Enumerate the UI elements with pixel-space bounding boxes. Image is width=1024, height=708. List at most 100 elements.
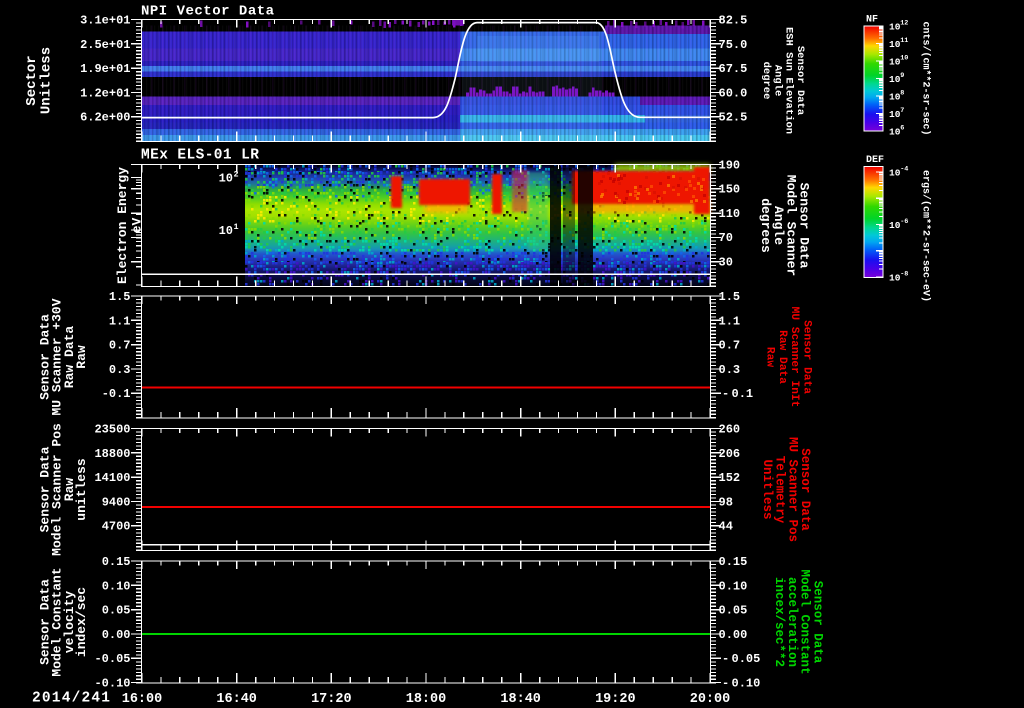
svg-text:10: 10 — [889, 127, 901, 138]
svg-text:Raw: Raw — [764, 347, 776, 367]
svg-text:9400: 9400 — [102, 495, 131, 509]
svg-text:6: 6 — [900, 125, 904, 133]
svg-text:-6: -6 — [900, 218, 908, 226]
svg-text:-0.1: -0.1 — [102, 387, 131, 401]
svg-text:30: 30 — [719, 256, 733, 270]
svg-text:0.10: 0.10 — [102, 579, 131, 593]
svg-text:eV: eV — [130, 218, 145, 234]
svg-text:190: 190 — [719, 158, 741, 172]
svg-text:0.3: 0.3 — [109, 363, 131, 377]
svg-text:10: 10 — [219, 172, 233, 186]
svg-text:10: 10 — [900, 55, 908, 63]
svg-text:1.5: 1.5 — [719, 290, 741, 304]
svg-text:0.00: 0.00 — [719, 628, 748, 642]
svg-text:Unitless: Unitless — [760, 459, 774, 519]
svg-text:incex/sec**2: incex/sec**2 — [772, 577, 786, 667]
svg-text:0.05: 0.05 — [719, 604, 748, 618]
svg-text:-: - — [722, 652, 729, 666]
svg-text:1.1: 1.1 — [719, 314, 741, 328]
svg-text:0.1: 0.1 — [732, 387, 754, 401]
svg-text:1.2e+01: 1.2e+01 — [80, 86, 130, 100]
svg-text:16:00: 16:00 — [122, 692, 163, 707]
svg-text:10: 10 — [889, 92, 901, 103]
svg-text:Sensor Data: Sensor Data — [801, 320, 813, 394]
svg-text:-4: -4 — [900, 166, 908, 174]
svg-text:ESH Sun Elevation: ESH Sun Elevation — [783, 27, 795, 134]
svg-text:0.7: 0.7 — [109, 339, 131, 353]
svg-text:23500: 23500 — [94, 423, 130, 437]
svg-text:9: 9 — [900, 72, 904, 80]
svg-text:7: 7 — [900, 107, 904, 115]
svg-text:0.05: 0.05 — [102, 604, 131, 618]
svg-text:10: 10 — [889, 168, 901, 179]
svg-text:60.0: 60.0 — [719, 86, 748, 100]
svg-text:18800: 18800 — [94, 447, 130, 461]
svg-text:10: 10 — [889, 57, 901, 68]
svg-text:52.5: 52.5 — [719, 111, 748, 125]
svg-text:12: 12 — [900, 20, 908, 28]
svg-text:2.5e+01: 2.5e+01 — [80, 38, 130, 52]
svg-text:3.1e+01: 3.1e+01 — [80, 14, 130, 28]
svg-text:8: 8 — [900, 90, 904, 98]
svg-text:Raw: Raw — [74, 345, 89, 369]
svg-text:20:00: 20:00 — [690, 692, 731, 707]
svg-text:-0.10: -0.10 — [94, 677, 130, 691]
svg-text:75.0: 75.0 — [719, 38, 748, 52]
svg-text:0.05: 0.05 — [732, 652, 761, 666]
svg-text:-8: -8 — [900, 271, 908, 279]
svg-text:-: - — [722, 387, 729, 401]
svg-text:18:40: 18:40 — [500, 692, 541, 707]
svg-text:Electron Energy: Electron Energy — [115, 167, 130, 284]
svg-text:1: 1 — [234, 222, 239, 232]
svg-text:Angle: Angle — [771, 65, 783, 97]
svg-text:1.5: 1.5 — [109, 290, 131, 304]
svg-text:NF: NF — [866, 15, 878, 26]
svg-text:-: - — [722, 677, 729, 691]
svg-text:16:40: 16:40 — [216, 692, 257, 707]
svg-text:110: 110 — [719, 207, 741, 221]
svg-text:0.15: 0.15 — [719, 555, 748, 569]
svg-text:82.5: 82.5 — [719, 14, 748, 28]
svg-text:DEF: DEF — [866, 155, 884, 166]
svg-text:206: 206 — [719, 447, 741, 461]
svg-text:degrees: degrees — [758, 198, 773, 253]
svg-text:0.3: 0.3 — [719, 363, 741, 377]
svg-text:11: 11 — [900, 37, 908, 45]
svg-text:10: 10 — [889, 273, 901, 284]
svg-text:10: 10 — [889, 109, 901, 120]
svg-text:10: 10 — [889, 22, 901, 33]
svg-text:260: 260 — [719, 423, 741, 437]
svg-text:150: 150 — [719, 183, 741, 197]
svg-text:-0.05: -0.05 — [94, 652, 130, 666]
svg-text:152: 152 — [719, 471, 741, 485]
svg-text:ergs/(cm**2-sr-sec-eV): ergs/(cm**2-sr-sec-eV) — [920, 170, 932, 302]
svg-text:index/sec: index/sec — [74, 587, 89, 657]
svg-text:98: 98 — [719, 495, 733, 509]
svg-text:cnts/(cm**2-sr-sec): cnts/(cm**2-sr-sec) — [920, 21, 932, 135]
svg-text:17:20: 17:20 — [311, 692, 352, 707]
svg-text:1.1: 1.1 — [109, 314, 131, 328]
svg-text:0.00: 0.00 — [102, 628, 131, 642]
svg-text:44: 44 — [719, 520, 733, 534]
svg-text:Unitless: Unitless — [39, 47, 55, 114]
svg-text:0.10: 0.10 — [732, 677, 761, 691]
svg-text:67.5: 67.5 — [719, 62, 748, 76]
svg-text:10: 10 — [889, 220, 901, 231]
svg-text:unitless: unitless — [74, 458, 89, 521]
svg-text:MU Scanner InIt: MU Scanner InIt — [788, 307, 800, 408]
svg-text:10: 10 — [219, 224, 233, 238]
svg-text:0.15: 0.15 — [102, 555, 131, 569]
svg-text:Raw Data: Raw Data — [776, 330, 788, 384]
svg-text:0.7: 0.7 — [719, 339, 741, 353]
svg-text:1.9e+01: 1.9e+01 — [80, 62, 130, 76]
svg-text:2: 2 — [234, 170, 239, 180]
svg-text:NPI Vector Data: NPI Vector Data — [141, 4, 275, 20]
svg-text:18:00: 18:00 — [406, 692, 447, 707]
svg-text:4700: 4700 — [102, 520, 131, 534]
svg-text:0.10: 0.10 — [719, 579, 748, 593]
svg-text:10: 10 — [889, 39, 901, 50]
svg-text:degree: degree — [760, 62, 772, 100]
svg-text:19:20: 19:20 — [595, 692, 636, 707]
svg-text:Sensor Data: Sensor Data — [794, 46, 806, 116]
svg-text:14100: 14100 — [94, 471, 130, 485]
